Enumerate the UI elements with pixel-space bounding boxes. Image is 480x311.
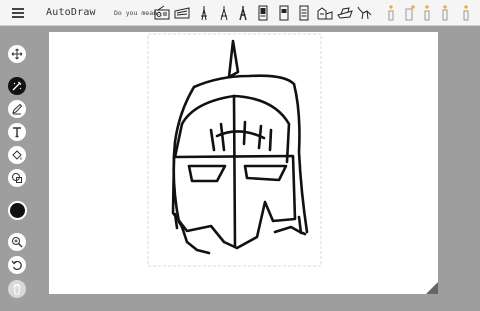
suggestion-tablet-icon[interactable] [296, 5, 312, 21]
suggestion-tablet-icon[interactable] [276, 5, 292, 21]
delete-button[interactable] [8, 280, 26, 298]
fill-tool[interactable] [8, 146, 26, 164]
pencil-icon [12, 103, 23, 115]
suggestion-candle-icon[interactable] [419, 5, 435, 21]
text-icon [13, 127, 21, 138]
suggestion-candle-icon[interactable] [437, 5, 453, 21]
suggestion-boat-icon[interactable] [337, 5, 353, 21]
zoom-tool[interactable] [8, 233, 26, 251]
drawing-canvas[interactable] [49, 32, 438, 294]
suggestion-eiffel-tower-icon[interactable] [196, 5, 212, 21]
suggestion-radio-icon[interactable] [154, 5, 170, 21]
undo-button[interactable] [8, 256, 26, 274]
suggestion-building-icon[interactable] [317, 5, 333, 21]
suggestion-keyboard-icon[interactable] [174, 5, 190, 21]
hamburger-menu-icon[interactable] [12, 8, 24, 18]
top-bar: AutoDraw Do you mean: [0, 0, 480, 26]
type-tool[interactable] [8, 123, 26, 141]
suggestion-tablet-icon[interactable] [255, 5, 271, 21]
shape-icon [12, 173, 22, 183]
trash-icon [13, 284, 21, 295]
resize-handle-icon[interactable] [426, 282, 438, 294]
suggestion-animal-icon[interactable] [357, 5, 373, 21]
move-tool[interactable] [8, 45, 26, 63]
suggestion-candle-icon[interactable] [458, 5, 474, 21]
draw-tool[interactable] [8, 100, 26, 118]
autodraw-icon [12, 81, 22, 91]
fill-icon [12, 150, 22, 160]
suggestion-eiffel-tower-icon[interactable] [235, 5, 251, 21]
suggestion-eiffel-tower-icon[interactable] [216, 5, 232, 21]
color-picker[interactable] [8, 201, 27, 220]
undo-icon [11, 260, 22, 271]
shape-tool[interactable] [8, 169, 26, 187]
move-icon [11, 48, 23, 60]
knight-helmet-drawing [147, 33, 322, 267]
zoom-icon [12, 237, 23, 248]
suggestion-candle-icon[interactable] [383, 5, 399, 21]
suggestion-candle-icon[interactable] [401, 5, 417, 21]
app-title: AutoDraw [46, 7, 96, 18]
autodraw-tool[interactable] [8, 77, 26, 95]
